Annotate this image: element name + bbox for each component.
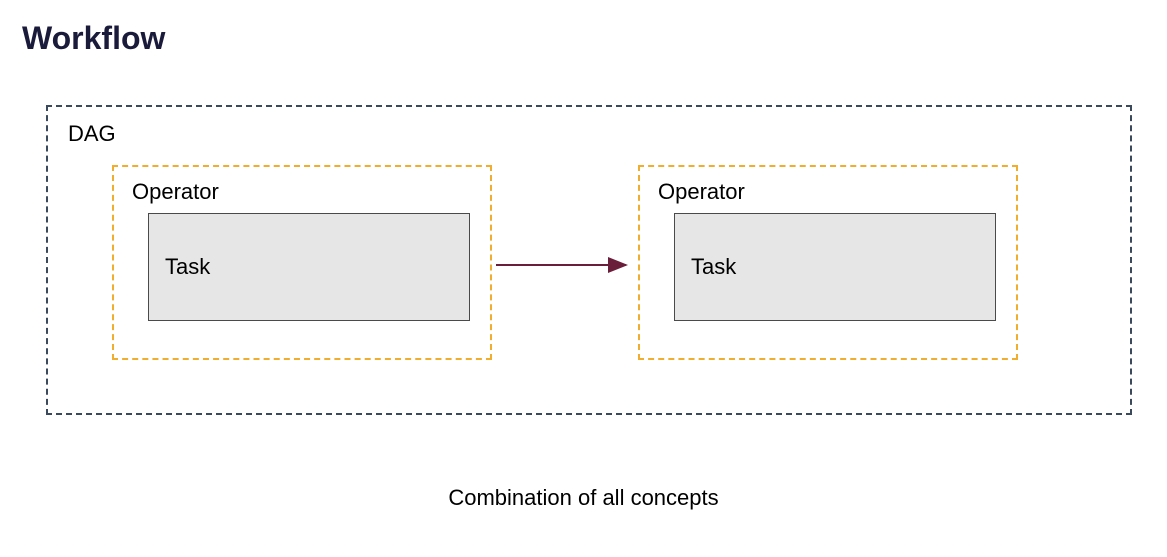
dag-label: DAG bbox=[68, 121, 1110, 147]
operator-label: Operator bbox=[132, 179, 472, 205]
operator-box-left: Operator Task bbox=[112, 165, 492, 360]
diagram-caption: Combination of all concepts bbox=[0, 485, 1167, 511]
task-box: Task bbox=[674, 213, 996, 321]
workflow-heading: Workflow bbox=[22, 20, 165, 57]
operators-row: Operator Task Operator Task bbox=[68, 157, 1110, 377]
task-box: Task bbox=[148, 213, 470, 321]
task-label: Task bbox=[691, 254, 736, 280]
operator-box-right: Operator Task bbox=[638, 165, 1018, 360]
operator-label: Operator bbox=[658, 179, 998, 205]
task-label: Task bbox=[165, 254, 210, 280]
arrow-icon bbox=[496, 255, 638, 275]
dag-container: DAG Operator Task Operator Task bbox=[46, 105, 1132, 415]
